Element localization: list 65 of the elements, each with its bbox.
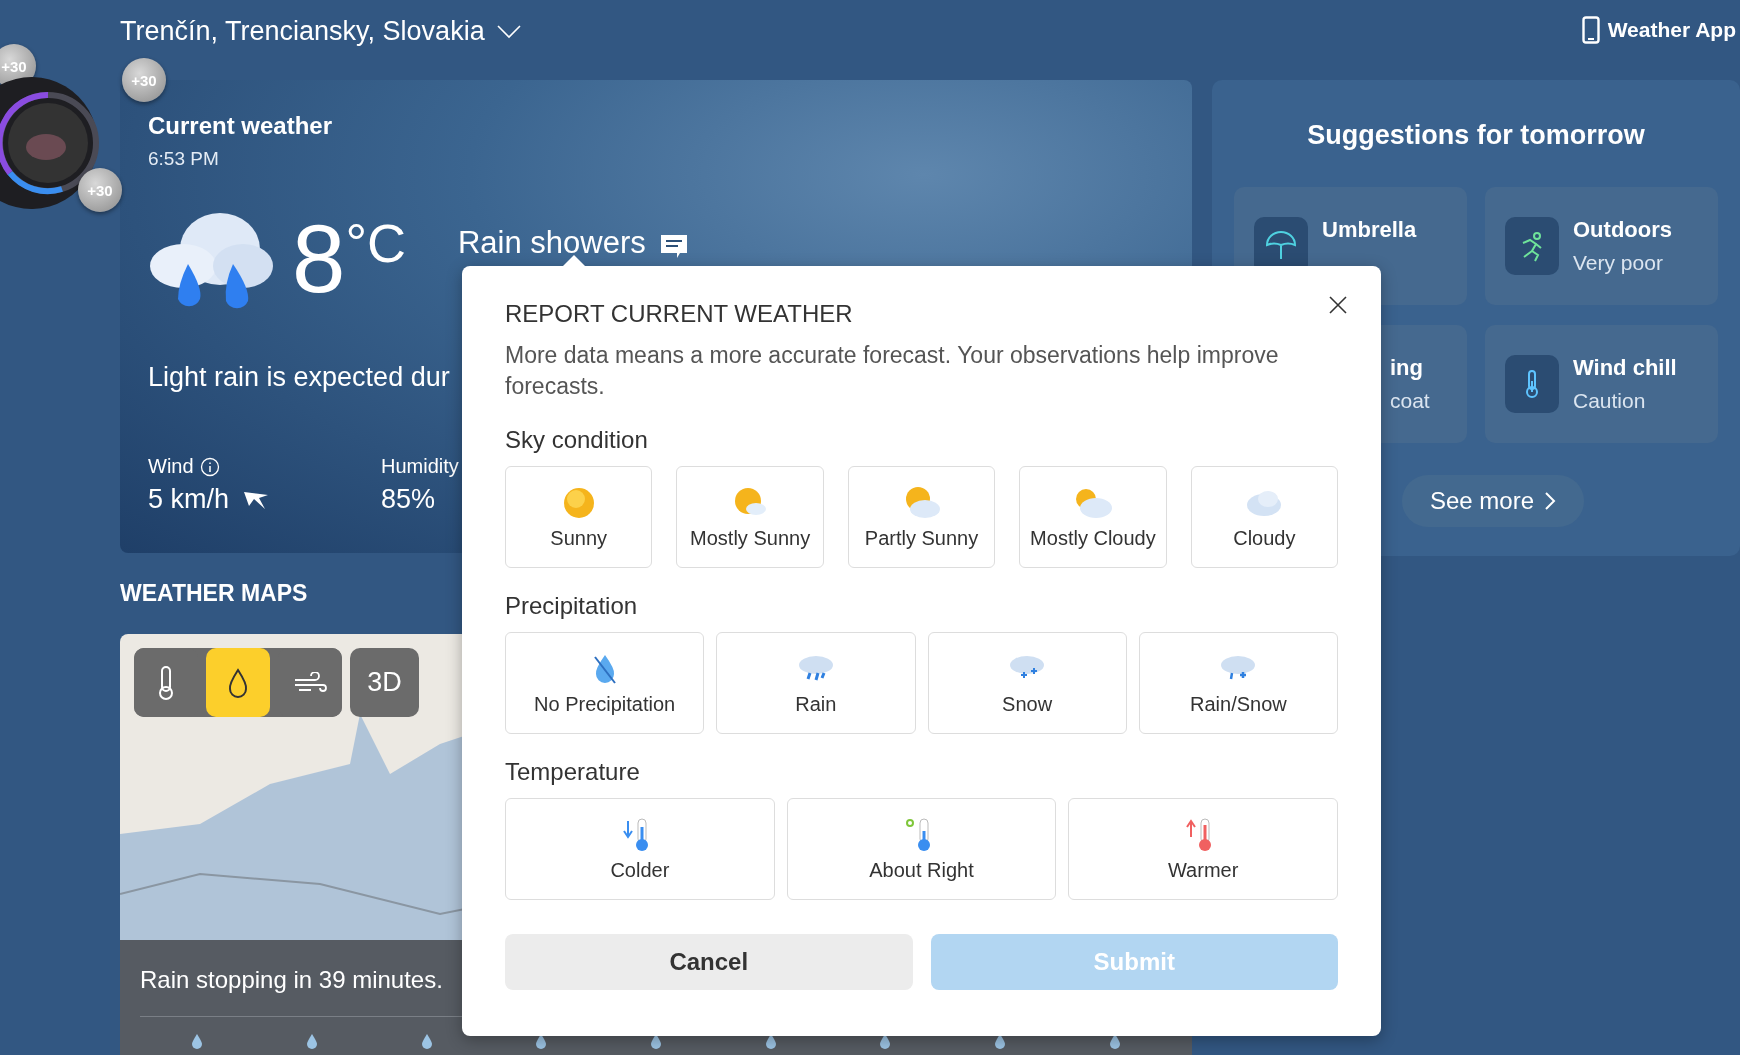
raindrop-icon <box>1108 1033 1121 1049</box>
option-button[interactable]: Warmer <box>1068 798 1338 901</box>
option-button[interactable]: Mostly Sunny <box>676 466 824 569</box>
section-heading: Sky condition <box>505 426 649 455</box>
card-title: Current weather <box>148 112 334 140</box>
location-selector[interactable]: Trenčín, Trenciansky, Slovakia <box>120 16 521 47</box>
option-button[interactable]: Rain/Snow <box>1138 632 1338 735</box>
option-button[interactable]: No Precipitation <box>505 632 705 735</box>
count-bubble: +30 <box>122 58 166 102</box>
raindrop-icon <box>420 1033 433 1049</box>
suggestion-title: Umbrella <box>1322 217 1417 243</box>
weather-app-link[interactable]: Weather App <box>1581 16 1740 44</box>
stat-label: Wind <box>148 455 194 478</box>
raindrop-icon <box>535 1033 548 1049</box>
wind-icon <box>293 671 327 694</box>
chevron-down-icon <box>496 24 521 39</box>
temperature-text: 8 <box>292 211 346 307</box>
suggestion-value: Very poor <box>1573 251 1664 275</box>
drop-icon <box>227 667 249 698</box>
dialog-description: More data means a more accurate forecast. Your observations help improve forecasts. <box>505 341 1280 402</box>
cancel-button[interactable]: Cancel <box>505 934 913 991</box>
panel-title: Suggestions for tomorrow <box>1307 120 1645 151</box>
option-button[interactable]: Sunny <box>505 466 653 569</box>
option-button[interactable]: Mostly Cloudy <box>1019 466 1167 569</box>
dialog-title: REPORT CURRENT WEATHER <box>505 300 854 328</box>
phone-icon <box>1581 16 1600 44</box>
message-icon[interactable] <box>659 234 688 260</box>
option-button[interactable]: Cloudy <box>1190 466 1339 569</box>
option-button[interactable]: Snow <box>927 632 1127 735</box>
3d-view-button[interactable]: 3D <box>350 648 419 717</box>
count-bubble: +30 <box>78 168 122 212</box>
option-button[interactable]: Colder <box>505 798 775 901</box>
stat-value: 5 km/h <box>148 484 230 515</box>
suggestion-title: Wind chill <box>1573 355 1677 381</box>
suggestion-value: Caution <box>1573 389 1647 413</box>
suggestion-title: ing <box>1390 355 1424 381</box>
section-heading: Precipitation <box>505 592 639 621</box>
section-heading: WEATHER MAPS <box>120 580 308 607</box>
raindrop-icon <box>649 1033 662 1049</box>
suggestion-card[interactable]: Wind chill Caution <box>1485 325 1718 443</box>
section-heading: Temperature <box>505 758 641 787</box>
suggestion-card[interactable]: Outdoors Very poor <box>1485 187 1718 305</box>
time-text: 6:53 PM <box>148 148 220 170</box>
chevron-right-icon <box>1544 491 1557 511</box>
raindrop-icon <box>764 1033 777 1049</box>
option-button[interactable]: About Right <box>786 798 1057 901</box>
info-icon[interactable] <box>199 456 220 477</box>
raindrop-icon <box>879 1033 892 1049</box>
suggestion-value: coat <box>1390 389 1430 413</box>
stat-value: 85% <box>381 484 436 515</box>
option-button[interactable]: Partly Sunny <box>847 466 996 569</box>
precipitation-layer-button[interactable] <box>206 648 270 717</box>
suggestion-title: Outdoors <box>1573 217 1672 243</box>
raindrop-icon <box>191 1033 204 1049</box>
wind-direction-icon <box>243 489 270 510</box>
raindrop-icon <box>306 1033 318 1049</box>
close-icon <box>1329 296 1347 314</box>
condition-text: Rain showers <box>458 226 646 261</box>
stat-label: Humidity <box>381 455 459 478</box>
see-more-button[interactable]: See more <box>1402 475 1585 527</box>
option-button[interactable]: Rain <box>716 632 916 735</box>
thermometer-icon <box>156 664 176 701</box>
raindrop-icon <box>993 1033 1006 1049</box>
unit-text: °C <box>345 212 406 274</box>
forecast-summary: Light rain is expected dur <box>148 362 451 393</box>
